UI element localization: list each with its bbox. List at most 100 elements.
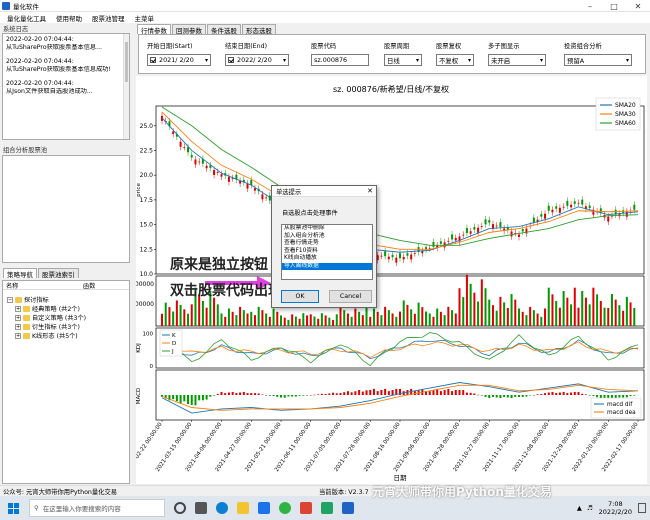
candle-body [532,217,535,223]
macd-hist-bar [246,393,249,395]
calendar-dropdown-icon[interactable]: ▾ [283,57,286,64]
macd-hist-bar [317,394,320,395]
macd-hist-bar [239,392,242,395]
minimize-icon[interactable]: – [578,0,602,12]
calendar-dropdown-icon[interactable]: ▾ [205,57,208,64]
tree-header: 名称 函数 [3,281,129,290]
chevron-down-icon[interactable]: ▾ [468,57,471,64]
taskbar-search[interactable]: ⚲ 在这里输入你要搜索的内容 [29,499,165,517]
search-placeholder: 在这里输入你要搜索的内容 [42,505,121,513]
network-icon[interactable]: ▲ [577,504,582,512]
annotation-top: 原来是独立按钮 [170,257,268,273]
edge-browser-icon[interactable] [216,502,228,514]
tab-condition-select[interactable]: 条件选股 [207,24,241,35]
macd-hist-bar [172,395,175,400]
dialog-close-icon[interactable]: ✕ [367,187,373,195]
quant-app-taskbar-icon[interactable] [342,502,354,514]
collapse-icon[interactable]: − [7,296,13,303]
close-icon[interactable]: ✕ [626,0,650,12]
volume-bar [599,301,602,326]
candle-body [179,141,182,147]
tree-node[interactable]: + 衍生指标 (共3个) [3,322,129,331]
end-date-picker[interactable]: 2022/ 2/20 ▾ [225,54,289,66]
adjust-select[interactable]: 不复权 ▾ [436,54,474,66]
candle-body [573,201,576,204]
volume-bar [220,313,223,326]
macd-hist-bar [187,395,190,405]
task-view-icon[interactable] [195,502,207,514]
candle-body [570,204,573,208]
expand-icon[interactable]: + [15,314,21,321]
dialog-choice-item[interactable]: 查看行情走势 [282,240,372,248]
tab-stock-pool-index[interactable]: 股票池索引 [38,268,79,279]
menu-item[interactable]: 主菜单 [130,13,160,23]
title-bar: 量化软件 – □ ✕ [0,0,650,12]
wechat-icon[interactable] [279,502,291,514]
portfolio-analysis-select[interactable]: 预留A ▾ [564,54,632,66]
chevron-down-icon[interactable]: ▾ [540,57,543,64]
clock[interactable]: 7:08 2022/2/20 [599,500,632,516]
candle-body [562,206,565,208]
menu-item[interactable]: 使用帮助 [51,13,87,23]
tree-node[interactable]: + 自定义策略 (共3个) [3,313,129,322]
dialog-choice-item[interactable]: 查看F10资料 [282,248,372,256]
expand-icon[interactable]: + [15,323,21,330]
tree-node-root[interactable]: − 探讨指标 [3,295,129,304]
macd-hist-bar [618,395,621,398]
chevron-down-icon[interactable]: ▾ [626,57,629,64]
macd-hist-bar [503,395,506,397]
windows-start-icon[interactable] [8,502,19,514]
log-scrollbar[interactable] [123,34,129,139]
volume-bar [417,302,420,326]
volume-bar [425,311,428,326]
tab-market-params[interactable]: 行情参数 [137,24,171,35]
dialog-choice-item[interactable]: K线自动播放 [282,255,372,263]
file-explorer-icon[interactable] [237,502,249,514]
multi-plot-select[interactable]: 未开启 ▾ [488,54,546,66]
analysis-pool-list[interactable] [2,155,130,263]
dialog-choice-item-selected[interactable]: 导入离线数据 [282,262,372,270]
volume-bar [187,313,190,326]
menu-item[interactable]: 量化量化工具 [2,13,51,23]
volume-bar [499,296,502,326]
tab-backtest-params[interactable]: 回测参数 [172,24,206,35]
volume-bar [536,313,539,326]
store-icon[interactable] [258,502,270,514]
cortana-icon[interactable] [174,502,186,514]
expand-icon[interactable]: + [15,332,21,339]
end-date-checkbox[interactable] [228,57,234,63]
price-tick-label: 20.0 [140,172,154,179]
dialog-choice-item[interactable]: 加入组合分析池 [282,233,372,241]
tab-strategy-nav[interactable]: 策略导航 [3,268,37,279]
volume-bar [428,313,431,326]
expand-icon[interactable]: + [15,305,21,312]
menu-item[interactable]: 股票池管理 [87,13,130,23]
stock-code-input[interactable]: sz.000876 [311,54,369,66]
tree-node[interactable]: + 经典策略 (共2个) [3,304,129,313]
macd-hist-bar [555,393,558,395]
cancel-button[interactable]: Cancel [329,290,372,303]
start-date-checkbox[interactable] [150,57,156,63]
volume-icon[interactable]: ♬ [587,504,593,512]
tree-node[interactable]: + K线形态 (共5个) [3,331,129,340]
macd-hist-bar [253,393,256,395]
volume-bar [276,311,279,326]
volume-bar [391,313,394,326]
candle-body [183,147,186,148]
volume-bar [540,316,543,326]
start-date-picker[interactable]: 2021/ 2/20 ▾ [147,54,211,66]
ok-button[interactable]: OK [281,290,319,303]
tab-pattern-select[interactable]: 形态选股 [242,24,276,35]
maximize-icon[interactable]: □ [602,0,626,12]
macd-hist-bar [588,395,591,396]
period-select[interactable]: 日线 ▾ [384,54,422,66]
dialog-choice-item[interactable]: 从股票池中删除 [282,225,372,233]
volume-bar [261,310,264,326]
tree-node-label: 探讨指标 [24,297,49,304]
candle-body [432,241,435,247]
panel-frame-price [155,105,645,275]
chevron-down-icon[interactable]: ▾ [416,57,419,64]
pycharm-icon[interactable] [321,502,333,514]
notification-icon[interactable] [638,503,646,513]
app-icon-red[interactable] [300,502,312,514]
